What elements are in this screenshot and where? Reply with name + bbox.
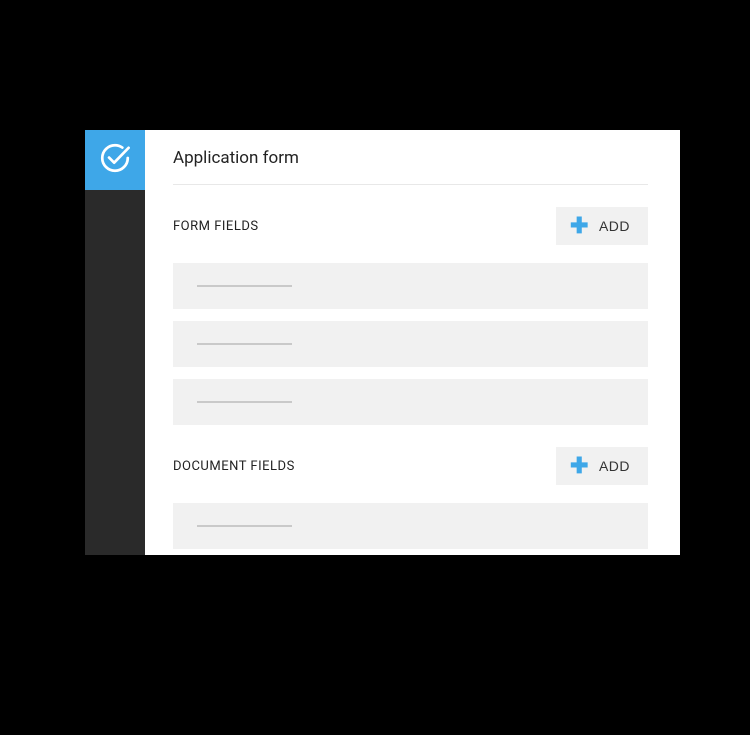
section-header-document-fields: DOCUMENT FIELDS ✚ ADD xyxy=(173,447,648,485)
sidebar xyxy=(85,130,145,555)
placeholder-line xyxy=(197,525,292,527)
form-fields-section: FORM FIELDS ✚ ADD xyxy=(173,207,648,425)
placeholder-line xyxy=(197,343,292,345)
add-form-field-button[interactable]: ✚ ADD xyxy=(556,207,648,245)
app-logo[interactable] xyxy=(85,130,145,190)
plus-icon: ✚ xyxy=(570,215,589,237)
form-fields-label: FORM FIELDS xyxy=(173,219,259,234)
document-field-row[interactable] xyxy=(173,503,648,549)
add-document-field-button[interactable]: ✚ ADD xyxy=(556,447,648,485)
main-content: Application form FORM FIELDS ✚ ADD DOCU xyxy=(145,130,680,555)
document-fields-section: DOCUMENT FIELDS ✚ ADD xyxy=(173,447,648,549)
form-field-row[interactable] xyxy=(173,321,648,367)
form-field-row[interactable] xyxy=(173,379,648,425)
app-window: Application form FORM FIELDS ✚ ADD DOCU xyxy=(85,130,680,555)
add-button-label: ADD xyxy=(599,218,630,234)
section-header-form-fields: FORM FIELDS ✚ ADD xyxy=(173,207,648,245)
page-title: Application form xyxy=(173,148,648,185)
check-circle-icon xyxy=(98,141,132,179)
add-button-label: ADD xyxy=(599,458,630,474)
plus-icon: ✚ xyxy=(570,455,589,477)
placeholder-line xyxy=(197,285,292,287)
document-fields-label: DOCUMENT FIELDS xyxy=(173,459,295,474)
placeholder-line xyxy=(197,401,292,403)
form-field-row[interactable] xyxy=(173,263,648,309)
